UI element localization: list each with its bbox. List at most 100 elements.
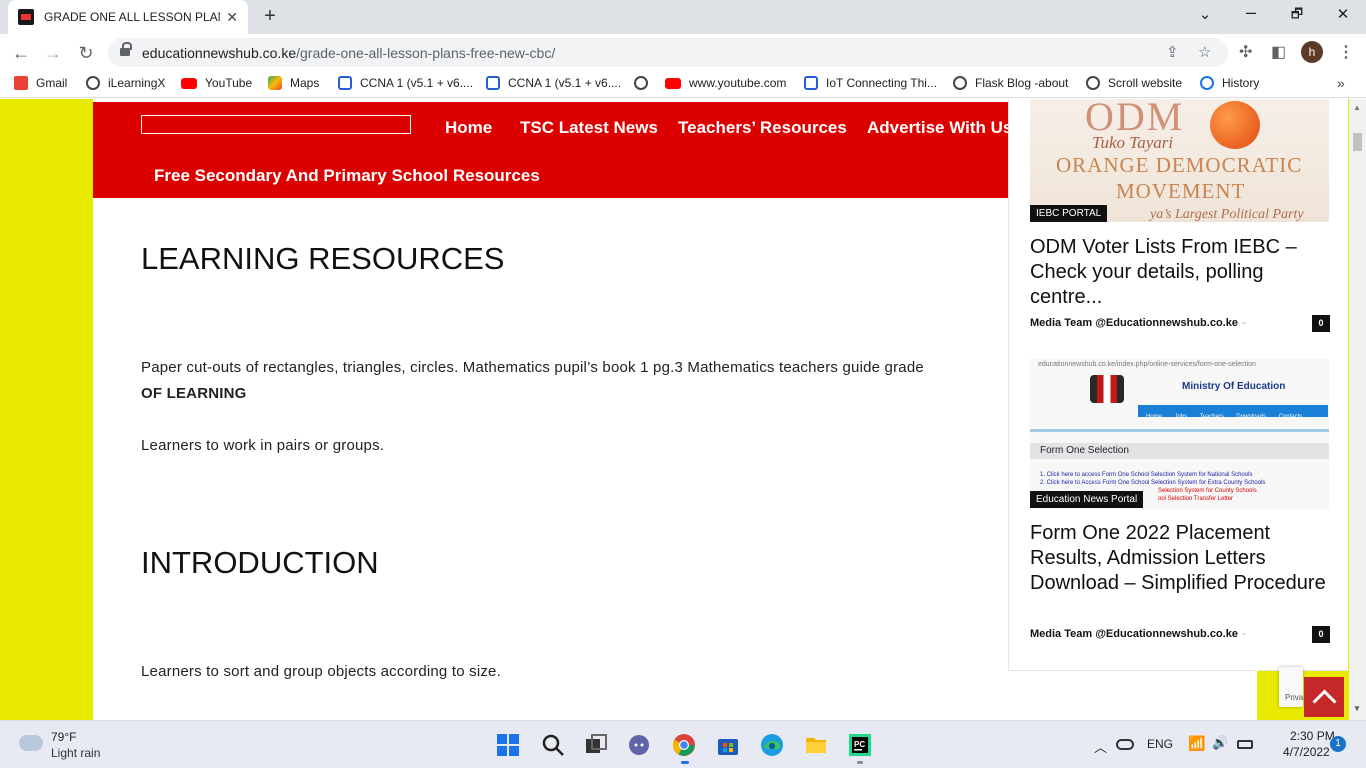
scroll-to-top-button[interactable]: [1304, 677, 1344, 717]
edge-icon[interactable]: [760, 733, 784, 757]
show-hidden-icons-chevron-icon[interactable]: ︿: [1094, 737, 1107, 756]
post1-title[interactable]: ODM Voter Lists From IEBC – Check your d…: [1030, 235, 1330, 310]
bookmark-youtube[interactable]: YouTube: [181, 76, 252, 90]
bookmark-flask-blog[interactable]: Flask Blog -about: [953, 76, 1068, 90]
screenshot-url: educationnewshub.co.ke/index.php/online-…: [1038, 361, 1256, 368]
odm-line1: ORANGE DEMOCRATIC: [1056, 153, 1303, 177]
extensions-puzzle-icon[interactable]: ✣: [1239, 42, 1252, 62]
bookmark-label: www.youtube.com: [689, 76, 787, 90]
close-window-button[interactable]: ✕: [1333, 5, 1353, 23]
tab-close-icon[interactable]: ✕: [226, 9, 238, 26]
bookmark-maps[interactable]: Maps: [268, 76, 319, 90]
tab-search-icon[interactable]: ⌄: [1195, 5, 1215, 23]
bookmark-label: IoT Connecting Thi...: [826, 76, 937, 90]
lock-icon[interactable]: [120, 42, 132, 58]
wifi-icon[interactable]: 📶: [1188, 735, 1205, 752]
globe-icon: [953, 76, 967, 90]
bookmark-scroll-website[interactable]: Scroll website: [1086, 76, 1182, 90]
side-panel-icon[interactable]: ◧: [1271, 42, 1286, 62]
chrome-icon[interactable]: [672, 733, 696, 757]
site-favicon-icon: [18, 9, 34, 25]
minimize-button[interactable]: –: [1241, 2, 1261, 23]
bookmark-label: YouTube: [205, 76, 253, 90]
nav-free-resources[interactable]: Free Secondary And Primary School Resour…: [154, 166, 540, 186]
search-icon[interactable]: [541, 733, 565, 757]
nav-tsc-latest-news[interactable]: TSC Latest News: [520, 118, 658, 138]
url-text[interactable]: educationnewshub.co.ke/grade-one-all-les…: [142, 45, 555, 61]
task-view-icon[interactable]: [584, 733, 608, 757]
file-explorer-icon[interactable]: [804, 733, 828, 757]
tab-title: GRADE ONE ALL LESSON PLANS: [44, 10, 221, 24]
browser-tab[interactable]: GRADE ONE ALL LESSON PLANS ✕: [8, 0, 248, 34]
notification-badge[interactable]: 1: [1330, 736, 1346, 752]
microsoft-store-icon[interactable]: [716, 733, 740, 757]
weather-cloud-icon[interactable]: [19, 735, 43, 751]
bookmark-gmail[interactable]: Gmail: [14, 76, 67, 90]
start-windows-icon[interactable]: [496, 733, 520, 757]
clock-date[interactable]: 4/7/2022: [1283, 745, 1330, 759]
post1-thumbnail[interactable]: ODM Tuko Tayari ORANGE DEMOCRATIC MOVEME…: [1030, 99, 1329, 222]
nav-home[interactable]: Home: [445, 118, 492, 138]
address-bar[interactable]: educationnewshub.co.ke/grade-one-all-les…: [108, 38, 1228, 67]
page-scrollbar[interactable]: ▲ ▼: [1349, 99, 1366, 720]
teams-chat-icon[interactable]: [627, 733, 651, 757]
ccna-icon: [804, 76, 818, 90]
bookmark-history[interactable]: History: [1200, 76, 1259, 90]
post2-author[interactable]: Media Team @Educationnewshub.co.ke -: [1030, 628, 1246, 640]
scroll-up-arrow-icon[interactable]: ▲: [1353, 103, 1361, 112]
paragraph-introduction: Learners to sort and group objects accor…: [141, 663, 501, 680]
ministry-menu: Home Jobs Teachers Downloads Contacts: [1138, 405, 1328, 420]
post2-thumbnail[interactable]: educationnewshub.co.ke/index.php/online-…: [1030, 359, 1329, 509]
scrollbar-thumb[interactable]: [1353, 133, 1362, 151]
bookmark-iot[interactable]: IoT Connecting Thi...: [804, 76, 937, 90]
post1-category-badge[interactable]: IEBC PORTAL: [1030, 205, 1108, 222]
paragraph-resources-bold: OF LEARNING: [141, 385, 247, 402]
odm-slogan: Tuko Tayari: [1092, 133, 1174, 152]
post1-comment-count[interactable]: 0: [1312, 315, 1330, 332]
bookmark-youtube-com[interactable]: www.youtube.com: [665, 76, 786, 90]
post2-comment-count[interactable]: 0: [1312, 626, 1330, 643]
youtube-icon: [181, 77, 197, 89]
clock-time[interactable]: 2:30 PM: [1290, 729, 1335, 743]
volume-icon[interactable]: 🔊: [1212, 735, 1228, 751]
bookmark-ilearningx[interactable]: iLearningX: [86, 76, 165, 90]
bookmark-ccna-2[interactable]: CCNA 1 (v5.1 + v6....: [486, 76, 621, 90]
heading-learning-resources: LEARNING RESOURCES: [141, 241, 505, 276]
bookmark-star-icon[interactable]: ☆: [1198, 43, 1211, 61]
new-tab-button[interactable]: +: [258, 5, 282, 28]
menu-kebab-icon[interactable]: ⋮: [1338, 42, 1354, 62]
post2-category-badge[interactable]: Education News Portal: [1030, 491, 1144, 508]
share-icon[interactable]: ⇪: [1166, 43, 1179, 61]
pycharm-icon[interactable]: PC: [848, 733, 872, 757]
forward-arrow-icon[interactable]: →: [41, 41, 65, 65]
weather-description[interactable]: Light rain: [51, 746, 100, 760]
chrome-active-indicator: [681, 761, 689, 764]
site-logo-broken-image[interactable]: [141, 115, 411, 134]
post1-author[interactable]: Media Team @Educationnewshub.co.ke -: [1030, 317, 1246, 329]
onedrive-cloud-icon[interactable]: [1116, 739, 1134, 750]
menu-item: Home: [1146, 414, 1163, 420]
post2-title[interactable]: Form One 2022 Placement Results, Admissi…: [1030, 521, 1330, 596]
back-arrow-icon[interactable]: ←: [9, 41, 33, 65]
author-separator: -: [1241, 628, 1246, 640]
language-indicator[interactable]: ENG: [1147, 737, 1173, 751]
battery-icon[interactable]: [1237, 740, 1253, 749]
form-one-bar: Form One Selection: [1030, 443, 1329, 459]
scroll-down-arrow-icon[interactable]: ▼: [1353, 704, 1361, 713]
recaptcha-badge[interactable]: Priva: [1279, 667, 1303, 707]
kenya-crest-icon: [1090, 375, 1124, 403]
bookmark-globe[interactable]: [634, 76, 656, 90]
nav-advertise[interactable]: Advertise With Us: [867, 118, 1012, 138]
bookmark-ccna-1[interactable]: CCNA 1 (v5.1 + v6....: [338, 76, 473, 90]
globe-icon: [86, 76, 100, 90]
profile-avatar[interactable]: h: [1301, 41, 1323, 63]
nav-teachers-resources[interactable]: Teachers’ Resources: [678, 118, 847, 138]
bookmarks-bar: Gmail iLearningX YouTube Maps CCNA 1 (v5…: [0, 72, 1366, 98]
odm-tagline: ya’s Largest Political Party: [1150, 207, 1304, 222]
restore-button[interactable]: 🗗: [1287, 5, 1307, 27]
bookmark-label: CCNA 1 (v5.1 + v6....: [508, 76, 622, 90]
reload-icon[interactable]: ↻: [74, 41, 98, 65]
weather-temperature[interactable]: 79°F: [51, 730, 76, 744]
browser-toolbar: ← → ↻ educationnewshub.co.ke/grade-one-a…: [0, 34, 1366, 72]
more-bookmarks-icon[interactable]: »: [1337, 75, 1345, 91]
